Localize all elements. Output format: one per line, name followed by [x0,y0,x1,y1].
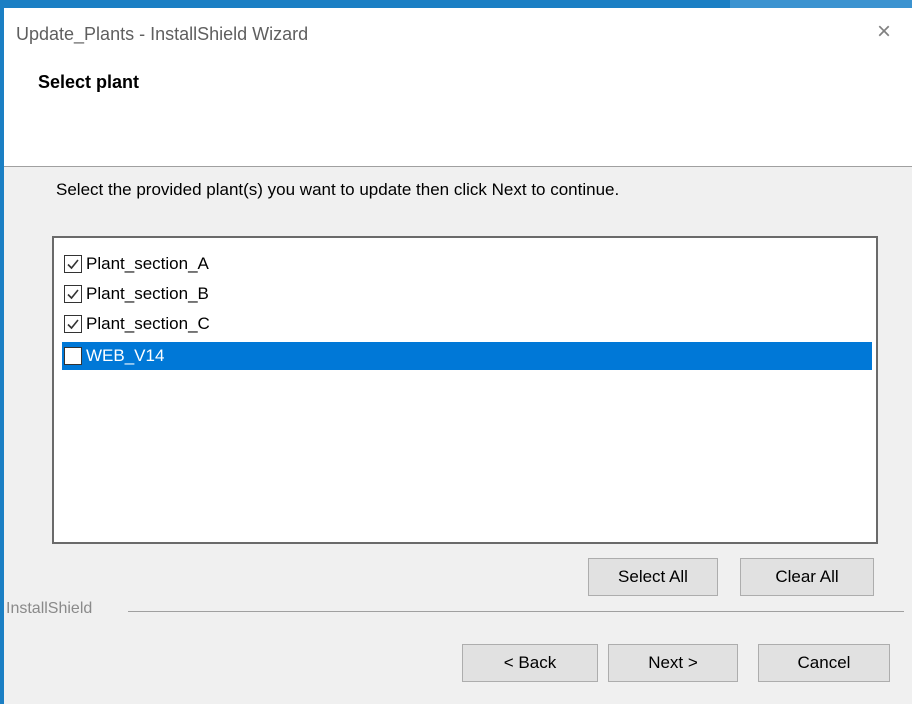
checkbox-unchecked[interactable] [64,347,82,365]
list-item-web-v14[interactable]: WEB_V14 [62,342,872,370]
plant-list[interactable]: Plant_section_A Plant_section_B Plant_se… [52,236,878,544]
footer-divider [128,611,904,612]
close-icon[interactable]: × [870,18,898,46]
checkbox-checked[interactable] [64,255,82,273]
check-icon [67,259,79,270]
header-divider [4,166,912,167]
cancel-button[interactable]: Cancel [758,644,890,682]
checkbox-checked[interactable] [64,285,82,303]
header-panel: Update_Plants - InstallShield Wizard × S… [4,8,912,166]
list-item-label: WEB_V14 [86,346,165,365]
list-item-label: Plant_section_A [86,254,209,273]
list-item-plant-section-c[interactable]: Plant_section_C [62,310,872,338]
instruction-text: Select the provided plant(s) you want to… [56,180,620,199]
check-icon [67,319,79,330]
window-title: Update_Plants - InstallShield Wizard [16,24,309,44]
check-icon [67,289,79,300]
window-top-border [0,0,912,8]
installshield-brand-label: InstallShield [6,600,93,617]
select-all-button[interactable]: Select All [588,558,718,596]
list-item-plant-section-a[interactable]: Plant_section_A [62,250,872,278]
list-item-label: Plant_section_C [86,314,210,333]
checkbox-checked[interactable] [64,315,82,333]
list-item-plant-section-b[interactable]: Plant_section_B [62,280,872,308]
clear-all-button[interactable]: Clear All [740,558,874,596]
page-title: Select plant [38,72,140,92]
back-button[interactable]: < Back [462,644,598,682]
list-item-label: Plant_section_B [86,284,209,303]
next-button[interactable]: Next > [608,644,738,682]
